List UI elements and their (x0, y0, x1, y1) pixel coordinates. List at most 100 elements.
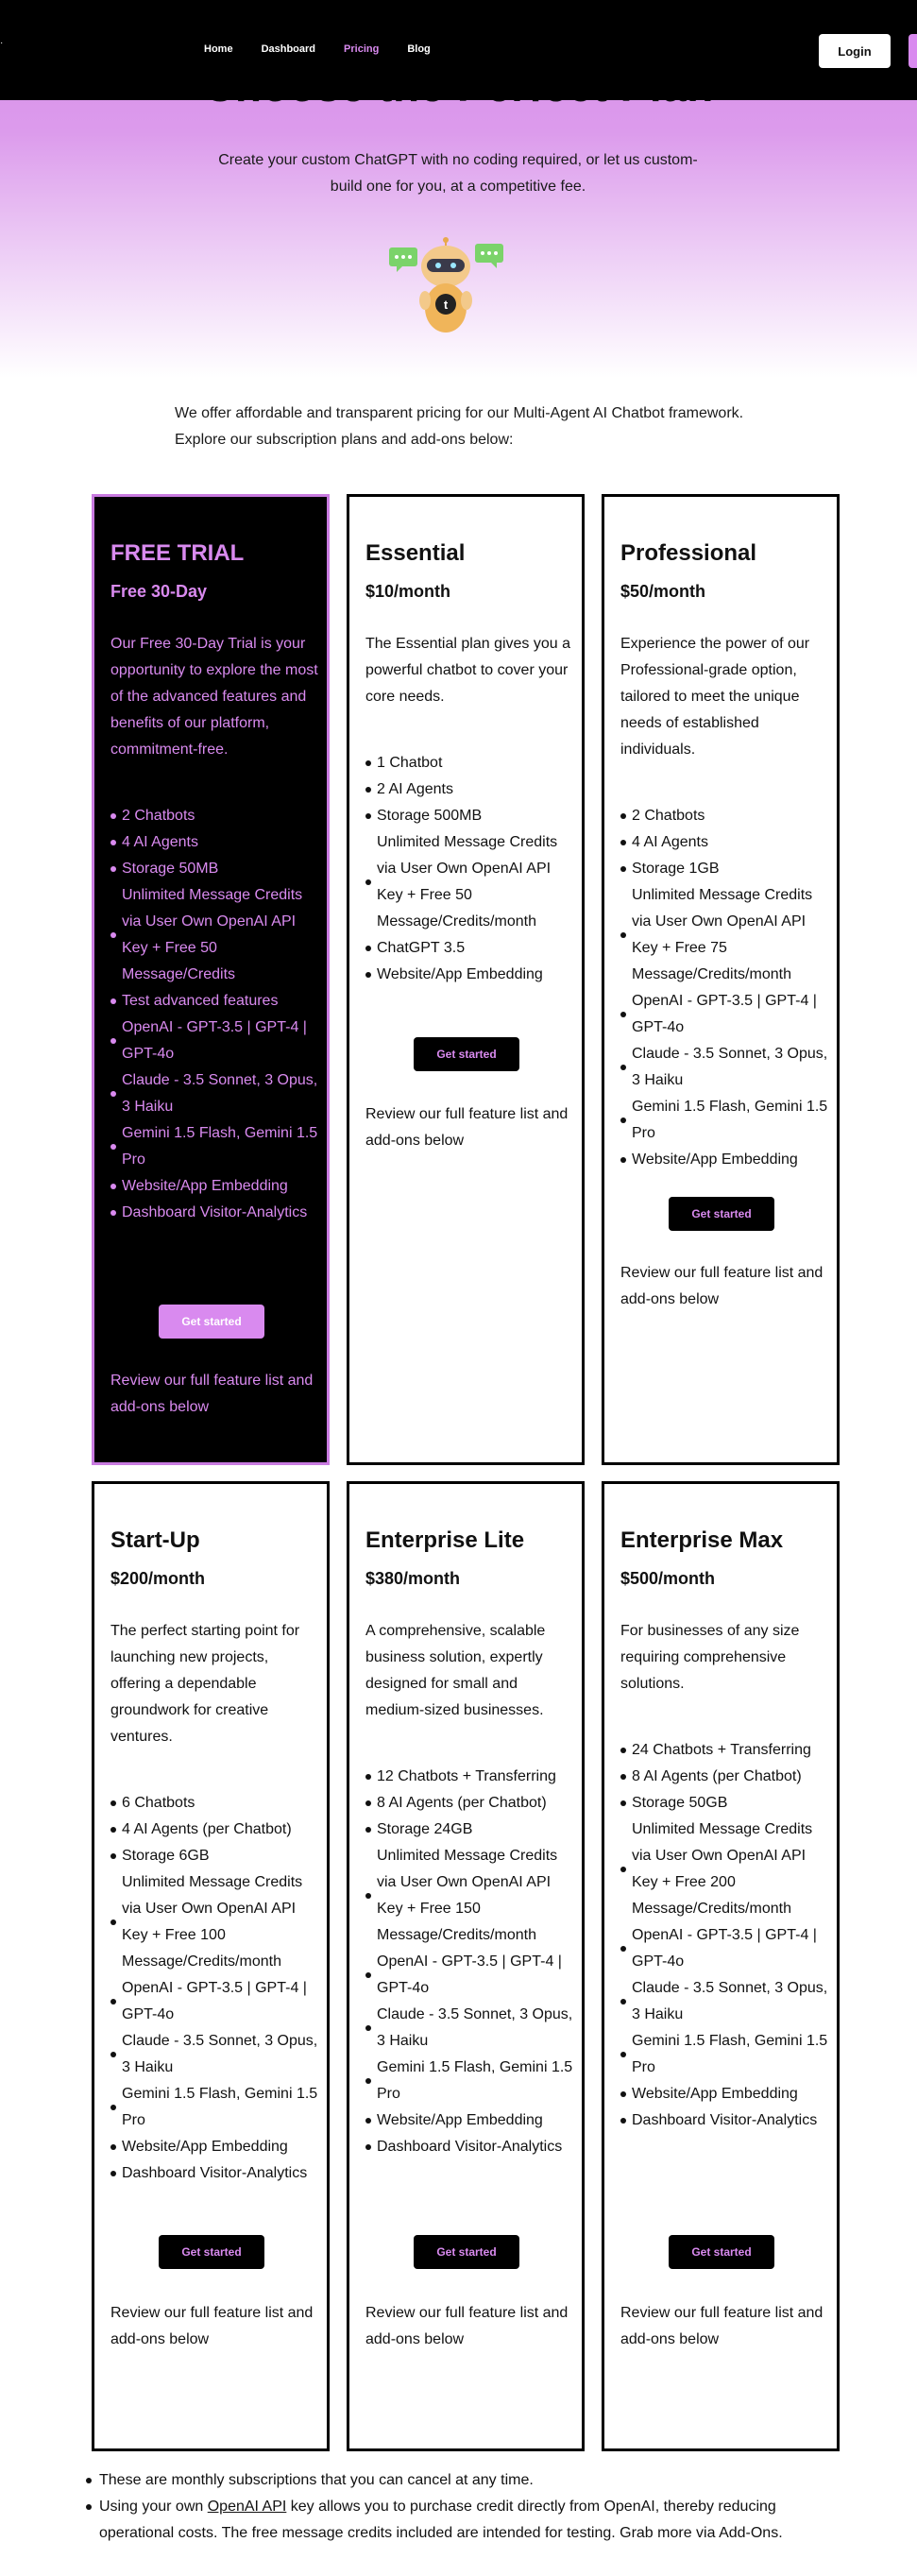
plan-feature: Unlimited Message Credits via User Own O… (110, 882, 320, 988)
plan-feature: 4 AI Agents (per Chatbot) (110, 1817, 320, 1843)
get-started-button[interactable]: Get started (669, 1197, 774, 1231)
plan-feature: Storage 500MB (365, 803, 575, 829)
plan-feature: Claude - 3.5 Sonnet, 3 Opus, 3 Haiku (110, 1067, 320, 1120)
plan-feature: Website/App Embedding (620, 1147, 830, 1173)
plan-feature: Unlimited Message Credits via User Own O… (620, 1817, 830, 1922)
plan-feature: OpenAI - GPT-3.5 | GPT-4 | GPT-4o (365, 1949, 575, 2002)
plan-feature: 2 Chatbots (620, 803, 830, 829)
plan-price: $200/month (110, 1569, 206, 1588)
plan-title: FREE TRIAL (110, 540, 245, 566)
plan-card-essential: Essential $10/month The Essential plan g… (347, 494, 585, 1465)
plan-feature: Gemini 1.5 Flash, Gemini 1.5 Pro (110, 1120, 320, 1173)
plan-footer-note: Review our full feature list and add-ons… (365, 1106, 569, 1149)
plan-feature: Test advanced features (110, 988, 320, 1015)
plan-feature: Website/App Embedding (620, 2081, 830, 2107)
login-button[interactable]: Login (819, 34, 891, 68)
plan-feature: 12 Chatbots + Transferring (365, 1764, 575, 1790)
plan-footer-note: Review our full feature list and add-ons… (365, 2305, 569, 2347)
plan-feature: Gemini 1.5 Flash, Gemini 1.5 Pro (110, 2081, 320, 2134)
plan-description: Our Free 30-Day Trial is your opportunit… (110, 636, 318, 758)
svg-text:t: t (444, 298, 449, 312)
plan-feature: 8 AI Agents (per Chatbot) (620, 1764, 830, 1790)
openai-api-link[interactable]: OpenAI API (208, 2499, 287, 2515)
nav-link-pricing[interactable]: Pricing (344, 43, 379, 55)
nav-link-home[interactable]: Home (204, 43, 233, 55)
plan-feature: 1 Chatbot (365, 750, 575, 776)
plan-feature: Claude - 3.5 Sonnet, 3 Opus, 3 Haiku (620, 1041, 830, 1094)
plan-feature: ChatGPT 3.5 (365, 935, 575, 962)
plan-feature-list: 12 Chatbots + Transferring 8 AI Agents (… (365, 1764, 575, 2160)
plan-description: The Essential plan gives you a powerful … (365, 636, 571, 705)
plan-title: Enterprise Lite (365, 1527, 525, 1553)
plan-feature: 2 AI Agents (365, 776, 575, 803)
plan-price: $50/month (620, 582, 706, 601)
plan-description: The perfect starting point for launching… (110, 1623, 300, 1745)
plan-feature: Dashboard Visitor-Analytics (110, 2160, 320, 2187)
hero-subtitle: Create your custom ChatGPT with no codin… (218, 152, 698, 195)
plan-feature: OpenAI - GPT-3.5 | GPT-4 | GPT-4o (110, 1015, 320, 1067)
plan-feature: 8 AI Agents (per Chatbot) (365, 1790, 575, 1817)
plan-feature: Website/App Embedding (365, 2107, 575, 2134)
get-started-button[interactable]: Get started (414, 2235, 519, 2269)
nav-corner-glyph: · (0, 38, 4, 48)
plan-feature: 2 Chatbots (110, 803, 320, 829)
nav-links: Home Dashboard Pricing Blog (204, 43, 459, 55)
plan-footer-note: Review our full feature list and add-ons… (620, 2305, 824, 2347)
note-text: Using your own (99, 2499, 208, 2515)
get-started-button[interactable]: Get started (414, 1037, 519, 1071)
plan-feature: Website/App Embedding (110, 2134, 320, 2160)
plan-title: Enterprise Max (620, 1527, 784, 1553)
plan-footer-note: Review our full feature list and add-ons… (110, 1373, 314, 1415)
plan-feature: Unlimited Message Credits via User Own O… (620, 882, 830, 988)
plan-feature: Storage 50MB (110, 856, 320, 882)
plan-description: A comprehensive, scalable business solut… (365, 1623, 546, 1718)
plan-footer-note: Review our full feature list and add-ons… (110, 2305, 314, 2347)
plan-feature: Unlimited Message Credits via User Own O… (110, 1869, 320, 1975)
plan-card-enterprise-max: Enterprise Max $500/month For businesses… (602, 1481, 840, 2451)
plan-card-enterprise-lite: Enterprise Lite $380/month A comprehensi… (347, 1481, 585, 2451)
get-started-button[interactable]: Get started (159, 1305, 264, 1339)
plan-feature: Dashboard Visitor-Analytics (365, 2134, 575, 2160)
plan-feature: Dashboard Visitor-Analytics (110, 1200, 320, 1226)
plan-feature: Dashboard Visitor-Analytics (620, 2107, 830, 2134)
plan-feature-list: 2 Chatbots 4 AI Agents Storage 50MB Unli… (110, 803, 320, 1226)
plan-feature: Gemini 1.5 Flash, Gemini 1.5 Pro (365, 2055, 575, 2107)
plan-feature: Claude - 3.5 Sonnet, 3 Opus, 3 Haiku (365, 2002, 575, 2055)
plan-feature: Website/App Embedding (365, 962, 575, 988)
plan-feature: OpenAI - GPT-3.5 | GPT-4 | GPT-4o (110, 1975, 320, 2028)
nav-link-dashboard[interactable]: Dashboard (262, 43, 315, 55)
plan-card-free-trial: FREE TRIAL Free 30-Day Our Free 30-Day T… (92, 494, 330, 1465)
get-started-button[interactable]: Get started (159, 2235, 264, 2269)
get-started-button[interactable]: Get started (669, 2235, 774, 2269)
pricing-notes: These are monthly subscriptions that you… (83, 2467, 839, 2547)
plan-card-professional: Professional $50/month Experience the po… (602, 494, 840, 1465)
plan-feature: Storage 24GB (365, 1817, 575, 1843)
plan-feature: Gemini 1.5 Flash, Gemini 1.5 Pro (620, 2028, 830, 2081)
plan-title: Start-Up (110, 1527, 200, 1553)
plan-feature: Unlimited Message Credits via User Own O… (365, 829, 575, 935)
nav-link-blog[interactable]: Blog (407, 43, 430, 55)
plan-title: Essential (365, 540, 466, 566)
plan-description: Experience the power of our Professional… (620, 636, 810, 758)
signup-button-edge[interactable] (909, 34, 917, 68)
plan-feature: Website/App Embedding (110, 1173, 320, 1200)
plan-feature: Claude - 3.5 Sonnet, 3 Opus, 3 Haiku (110, 2028, 320, 2081)
plan-card-start-up: Start-Up $200/month The perfect starting… (92, 1481, 330, 2451)
plan-description: For businesses of any size requiring com… (620, 1623, 800, 1692)
plan-feature: OpenAI - GPT-3.5 | GPT-4 | GPT-4o (620, 1922, 830, 1975)
plan-feature-list: 6 Chatbots 4 AI Agents (per Chatbot) Sto… (110, 1790, 320, 2187)
plan-price: $10/month (365, 582, 451, 601)
plan-feature: Unlimited Message Credits via User Own O… (365, 1843, 575, 1949)
plan-price: $500/month (620, 1569, 716, 1588)
pricing-intro: We offer affordable and transparent pric… (175, 405, 744, 448)
plan-feature: OpenAI - GPT-3.5 | GPT-4 | GPT-4o (620, 988, 830, 1041)
plan-price: $380/month (365, 1569, 461, 1588)
plan-feature-list: 2 Chatbots 4 AI Agents Storage 1GB Unlim… (620, 803, 830, 1173)
plan-feature: 4 AI Agents (110, 829, 320, 856)
note-item: These are monthly subscriptions that you… (83, 2467, 839, 2494)
plan-feature: 4 AI Agents (620, 829, 830, 856)
plan-feature: Storage 1GB (620, 856, 830, 882)
plan-feature: Storage 6GB (110, 1843, 320, 1869)
plan-feature-list: 24 Chatbots + Transferring 8 AI Agents (… (620, 1737, 830, 2134)
plan-feature: 6 Chatbots (110, 1790, 320, 1817)
